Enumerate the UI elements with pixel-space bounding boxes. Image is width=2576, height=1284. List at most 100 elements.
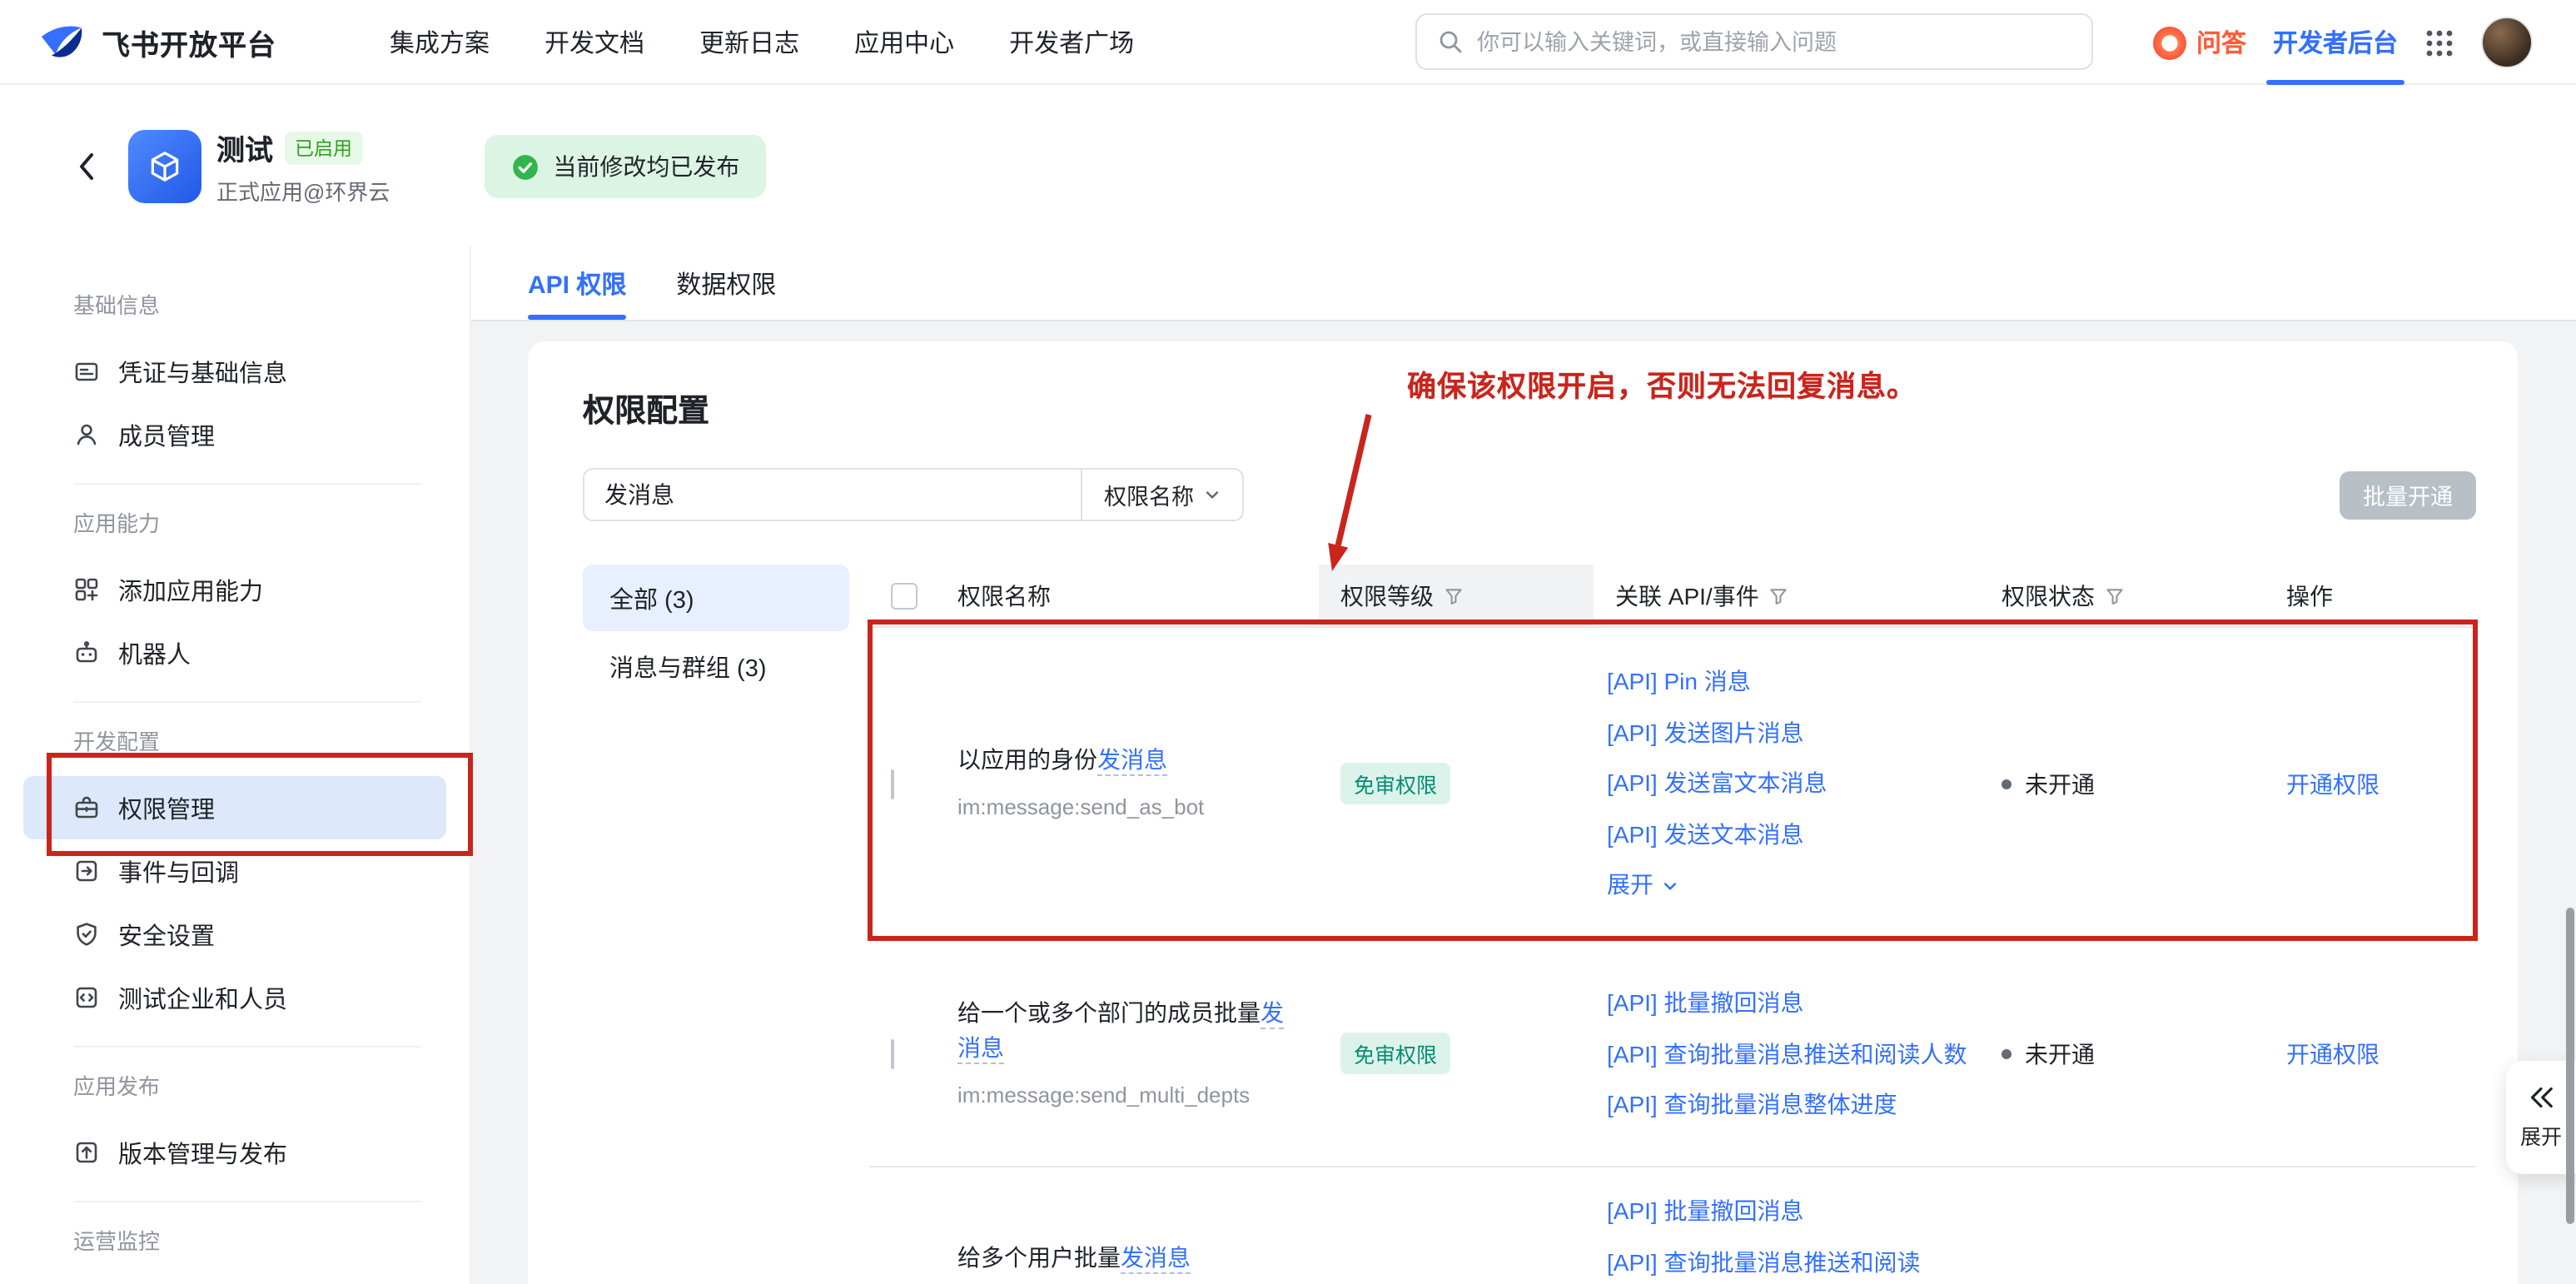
brand-logo[interactable]: 飞书开放平台 <box>37 17 276 67</box>
sidebar: 基础信息 凭证与基础信息 成员管理 应用能力 添加应用能力 机器人 开发配置 权… <box>0 246 471 1284</box>
publish-status-text: 当前修改均已发布 <box>553 150 739 183</box>
api-link[interactable]: [API] 查询批量消息推送和阅读人数 <box>1607 1028 1985 1078</box>
feishu-logo-icon <box>37 17 87 67</box>
qa-label: 问答 <box>2196 25 2246 60</box>
app-header-bar: 测试 已启用 正式应用@环界云 当前修改均已发布 <box>0 87 2576 246</box>
expand-apis-link[interactable]: 展开 <box>1607 860 1985 911</box>
sidebar-divider <box>73 1201 421 1202</box>
table-row: 给一个或多个部门的成员批量发消息 im:message:send_multi_d… <box>869 941 2476 1167</box>
filter-funnel-icon[interactable] <box>2105 585 2125 605</box>
app-icon <box>128 130 201 203</box>
sidebar-divider <box>73 701 421 703</box>
sidebar-item-label: 测试企业和人员 <box>118 980 287 1015</box>
tab-developer-console[interactable]: 开发者后台 <box>2273 0 2398 85</box>
sidebar-item-credentials[interactable]: 凭证与基础信息 <box>23 340 446 403</box>
vertical-scrollbar[interactable] <box>2566 908 2574 1224</box>
permission-name-link[interactable]: 发消息 <box>1121 1244 1191 1274</box>
api-link[interactable]: [API] 查询批量消息整体进度 <box>1607 1078 1985 1129</box>
table-row: 以应用的身份发消息 im:message:send_as_bot 免审权限 [A… <box>869 628 2476 941</box>
sidebar-item-bot[interactable]: 机器人 <box>23 621 446 684</box>
apps-grid-icon[interactable] <box>2424 27 2454 57</box>
permission-table: 权限名称 权限等级 关联 API/事件 权限状态 <box>869 565 2476 1284</box>
publish-status-pill: 当前修改均已发布 <box>485 135 766 198</box>
top-nav: 飞书开放平台 集成方案 开发文档 更新日志 应用中心 开发者广场 问答 开发者后… <box>0 0 2576 85</box>
batch-enable-button[interactable]: 批量开通 <box>2340 470 2476 519</box>
enable-permission-link[interactable]: 开通权限 <box>2268 1037 2476 1070</box>
sidebar-divider <box>73 1046 421 1048</box>
api-link[interactable]: [API] 发送富文本消息 <box>1607 759 1985 809</box>
app-identity: 测试 已启用 正式应用@环界云 <box>128 127 390 207</box>
sidebar-item-add-capability[interactable]: 添加应用能力 <box>23 558 446 621</box>
permission-config-card: 权限配置 权限名称 批量开通 全部 (3) 消息与群组 (3) <box>528 341 2518 1284</box>
main-content: API 权限 数据权限 权限配置 权限名称 批量开通 全部 (3) 消息与群组 … <box>471 246 2576 1284</box>
select-all-checkbox[interactable] <box>891 582 918 609</box>
avatar[interactable] <box>2481 17 2533 68</box>
sidebar-section-release: 应用发布 <box>0 1064 470 1111</box>
api-link[interactable]: [API] 批量撤回消息 <box>1607 1186 1985 1237</box>
filter-funnel-icon[interactable] <box>1444 585 1464 605</box>
app-name: 测试 <box>216 127 273 168</box>
tab-data-permission[interactable]: 数据权限 <box>676 246 776 320</box>
api-link[interactable]: [API] 批量撤回消息 <box>1607 978 1985 1028</box>
back-button[interactable] <box>77 152 95 182</box>
nav-right: 问答 开发者后台 <box>2153 0 2533 85</box>
brand-name: 飞书开放平台 <box>102 21 276 62</box>
shield-icon <box>73 921 100 948</box>
sidebar-item-events[interactable]: 事件与回调 <box>23 839 446 903</box>
api-link[interactable]: [API] 发送图片消息 <box>1607 708 1985 759</box>
search-field-label: 权限名称 <box>1104 478 1194 511</box>
sidebar-item-version-release[interactable]: 版本管理与发布 <box>23 1121 446 1184</box>
sidebar-divider <box>73 483 421 485</box>
row-checkbox[interactable] <box>891 1038 894 1068</box>
filter-funnel-icon[interactable] <box>1769 585 1789 605</box>
toolbar: 权限名称 批量开通 <box>583 468 2463 521</box>
search-icon <box>1437 28 1464 55</box>
category-all[interactable]: 全部 (3) <box>583 565 849 631</box>
permission-name-link[interactable]: 发消息 <box>1097 746 1167 776</box>
sidebar-item-label: 事件与回调 <box>118 854 239 888</box>
status-dot-icon <box>2002 779 2012 789</box>
release-icon <box>73 1139 100 1166</box>
category-list: 全部 (3) 消息与群组 (3) <box>583 565 849 1284</box>
nav-item-appcenter[interactable]: 应用中心 <box>854 24 954 59</box>
row-checkbox[interactable] <box>891 769 894 799</box>
permission-search-input[interactable] <box>584 470 1081 520</box>
nav-item-changelog[interactable]: 更新日志 <box>699 24 799 59</box>
qa-link[interactable]: 问答 <box>2153 25 2246 60</box>
page-title: 权限配置 <box>583 341 2463 431</box>
col-action: 操作 <box>2268 579 2476 612</box>
sidebar-item-test-org[interactable]: 测试企业和人员 <box>23 966 446 1029</box>
sidebar-section-monitoring: 运营监控 <box>0 1219 470 1266</box>
sidebar-item-security[interactable]: 安全设置 <box>23 903 446 966</box>
status-cell: 未开通 <box>1985 767 2268 800</box>
search-input[interactable] <box>1477 29 2071 54</box>
col-status: 权限状态 <box>1985 579 2268 612</box>
permission-name-cell: 以应用的身份发消息 im:message:send_as_bot <box>936 743 1319 824</box>
api-link[interactable]: [API] Pin 消息 <box>1607 657 1985 708</box>
col-level: 权限等级 <box>1319 565 1594 626</box>
sidebar-item-label: 凭证与基础信息 <box>118 354 287 389</box>
col-name: 权限名称 <box>936 579 1319 612</box>
search-field-select[interactable]: 权限名称 <box>1081 470 1242 520</box>
global-search[interactable] <box>1415 13 2093 70</box>
enable-permission-link[interactable]: 开通权限 <box>2268 767 2476 800</box>
nav-item-docs[interactable]: 开发文档 <box>545 24 644 59</box>
nav-item-integration[interactable]: 集成方案 <box>390 24 490 59</box>
sidebar-section-devconfig: 开发配置 <box>0 719 470 766</box>
api-link[interactable]: [API] 查询批量消息推送和阅读 <box>1607 1237 1985 1284</box>
tab-api-permission[interactable]: API 权限 <box>528 246 626 320</box>
sidebar-item-label: 版本管理与发布 <box>118 1135 287 1170</box>
sidebar-item-label: 成员管理 <box>118 417 215 452</box>
table-header: 权限名称 权限等级 关联 API/事件 权限状态 <box>869 565 2476 628</box>
category-messages-groups[interactable]: 消息与群组 (3) <box>583 633 849 699</box>
sidebar-item-members[interactable]: 成员管理 <box>23 403 446 466</box>
api-link[interactable]: [API] 发送文本消息 <box>1607 809 1985 860</box>
sidebar-item-label: 权限管理 <box>118 790 215 825</box>
permission-scope: im:message:send_as_bot <box>957 789 1302 824</box>
check-circle-icon <box>511 152 540 181</box>
permission-name-cell: 给一个或多个部门的成员批量发消息 im:message:send_multi_d… <box>936 995 1319 1112</box>
sidebar-item-permissions[interactable]: 权限管理 <box>23 776 446 839</box>
credential-icon <box>73 358 100 385</box>
nav-item-devplaza[interactable]: 开发者广场 <box>1009 24 1134 59</box>
event-callback-icon <box>73 858 100 884</box>
